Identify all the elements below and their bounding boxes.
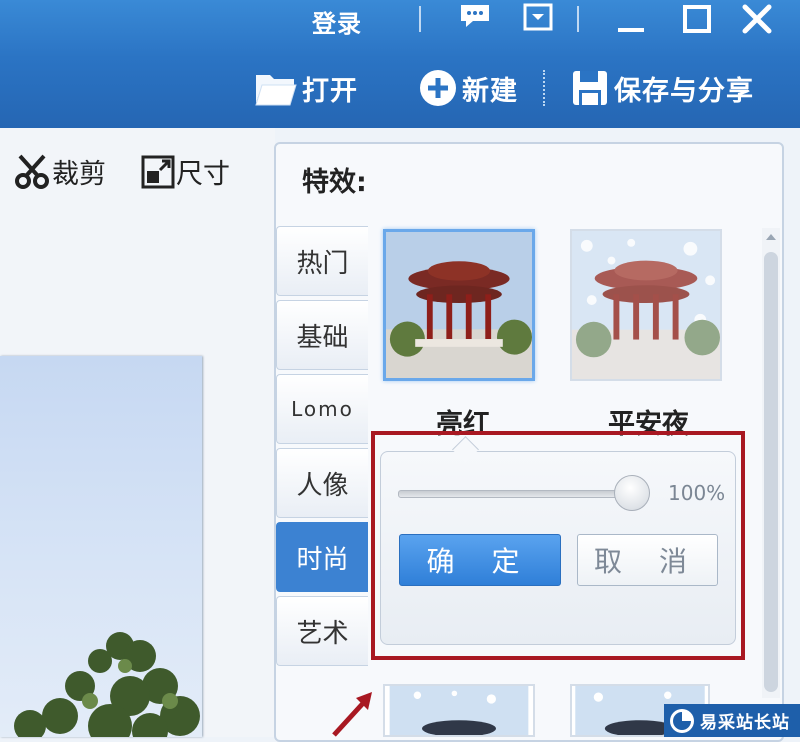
chat-icon[interactable]: [458, 2, 492, 30]
plus-circle-icon: [420, 70, 456, 106]
highlight-box: [371, 431, 745, 660]
site-logo-icon: [670, 708, 694, 733]
scissors-icon: [15, 154, 49, 189]
scrollbar-thumb[interactable]: [764, 252, 778, 692]
tab-lomo[interactable]: Lomo: [276, 374, 368, 444]
folder-icon: [255, 75, 297, 106]
save-share-button[interactable]: 保存与分享: [570, 66, 754, 110]
tab-basic[interactable]: 基础: [276, 300, 368, 370]
divider: [577, 6, 579, 32]
save-share-label: 保存与分享: [614, 75, 754, 107]
effect-thumb-silent-night[interactable]: [570, 229, 722, 381]
pavilion-image: [572, 231, 720, 379]
divider: [543, 70, 545, 106]
title-bar: 登录 打开 新建 保存与分享: [0, 0, 800, 128]
resize-icon: [141, 155, 175, 188]
effects-title: 特效:: [302, 167, 367, 198]
watermark-text: 易采站长站: [700, 713, 790, 733]
maximize-icon[interactable]: [680, 2, 714, 36]
size-label: 尺寸: [176, 159, 230, 190]
scroll-up-icon[interactable]: [764, 230, 778, 244]
divider: [419, 6, 421, 32]
tab-hot[interactable]: 热门: [276, 226, 368, 296]
arrow-icon: [332, 692, 372, 737]
open-button[interactable]: 打开: [254, 66, 358, 110]
pavilion-image: [386, 232, 532, 378]
effect-thumb[interactable]: [383, 684, 535, 737]
open-label: 打开: [302, 75, 358, 107]
skin-icon[interactable]: [522, 2, 554, 32]
crop-label: 裁剪: [52, 159, 106, 190]
close-icon[interactable]: [740, 2, 774, 36]
tree-image: [14, 632, 200, 742]
login-link[interactable]: 登录: [312, 4, 362, 39]
tab-art[interactable]: 艺术: [276, 596, 368, 666]
minimize-icon[interactable]: [614, 2, 648, 36]
new-button[interactable]: 新建: [418, 66, 518, 110]
pavilion-image: [389, 686, 529, 735]
photo-canvas[interactable]: [0, 356, 202, 742]
new-label: 新建: [462, 75, 518, 107]
tab-fashion[interactable]: 时尚: [276, 522, 368, 592]
effect-thumb-bright-red[interactable]: [383, 229, 535, 381]
tab-portrait[interactable]: 人像: [276, 448, 368, 518]
save-icon: [573, 71, 607, 105]
size-button[interactable]: 尺寸: [140, 152, 230, 191]
crop-button[interactable]: 裁剪: [14, 152, 106, 191]
watermark: 易采站长站: [664, 704, 800, 737]
